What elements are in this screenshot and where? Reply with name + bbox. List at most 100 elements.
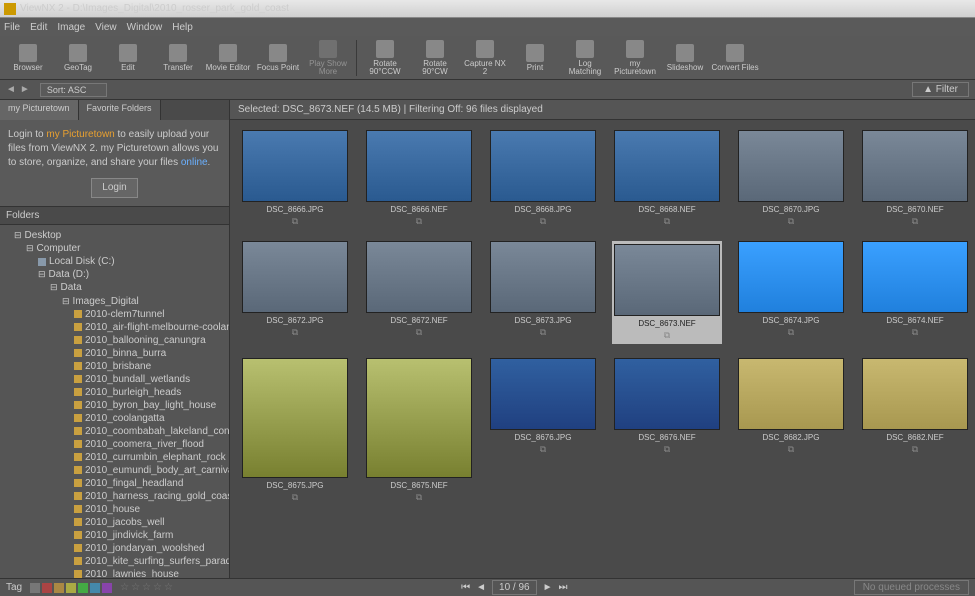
- toolbar-browser[interactable]: Browser: [4, 38, 52, 78]
- tree-folder[interactable]: 2010_byron_bay_light_house: [74, 399, 227, 412]
- tree-folder[interactable]: 2010_air-flight-melbourne-coolangatta: [74, 321, 227, 334]
- thumbnail-image: [242, 130, 348, 202]
- thumbnail-image: [738, 130, 844, 202]
- thumbnail[interactable]: DSC_8668.JPG⧉: [488, 130, 598, 227]
- sort-dropdown[interactable]: Sort: ASC: [40, 83, 108, 97]
- thumbnail[interactable]: DSC_8670.JPG⧉: [736, 130, 846, 227]
- thumbnail[interactable]: DSC_8675.NEF⧉: [364, 358, 474, 503]
- tree-folder[interactable]: 2010_binna_burra: [74, 347, 227, 360]
- tree-computer[interactable]: Computer: [26, 242, 227, 255]
- tree-data[interactable]: Data: [50, 281, 227, 294]
- tab-favorites[interactable]: Favorite Folders: [79, 100, 161, 120]
- toolbar-rotate-90-ccw[interactable]: Rotate 90°CCW: [361, 38, 409, 78]
- menu-file[interactable]: File: [4, 22, 20, 33]
- thumbnail[interactable]: DSC_8666.NEF⧉: [364, 130, 474, 227]
- thumbnail[interactable]: DSC_8673.JPG⧉: [488, 241, 598, 344]
- toolbar-my-picturetown[interactable]: my Picturetown: [611, 38, 659, 78]
- login-button[interactable]: Login: [91, 178, 137, 198]
- pager-next-icon[interactable]: ►: [543, 582, 553, 593]
- toolbar-icon: [219, 44, 237, 62]
- toolbar-geotag[interactable]: GeoTag: [54, 38, 102, 78]
- tab-picturetown[interactable]: my Picturetown: [0, 100, 79, 120]
- tree-folder[interactable]: 2010_lawnies_house: [74, 568, 227, 578]
- tree-folder[interactable]: 2010_eumundi_body_art_carnival: [74, 464, 227, 477]
- thumbnail-filename: DSC_8674.JPG: [763, 316, 820, 325]
- online-link[interactable]: online: [181, 157, 208, 168]
- folder-tree[interactable]: Desktop Computer Local Disk (C:) Data (D…: [0, 225, 229, 578]
- tree-folder[interactable]: 2010_currumbin_elephant_rock: [74, 451, 227, 464]
- thumbnail[interactable]: DSC_8682.NEF⧉: [860, 358, 970, 503]
- tree-desktop[interactable]: Desktop: [14, 229, 227, 242]
- pager-first-icon[interactable]: ⏮: [461, 582, 470, 593]
- thumbnail[interactable]: DSC_8675.JPG⧉: [240, 358, 350, 503]
- thumbnail[interactable]: DSC_8666.JPG⧉: [240, 130, 350, 227]
- nav-back-icon[interactable]: ◄: [6, 84, 16, 95]
- toolbar-rotate-90-cw[interactable]: Rotate 90°CW: [411, 38, 459, 78]
- toolbar-movie-editor[interactable]: Movie Editor: [204, 38, 252, 78]
- status-bar: Tag ☆☆☆☆☆ ⏮ ◄ 10 / 96 ► ⏭ No queued proc…: [0, 578, 975, 596]
- thumbnail[interactable]: DSC_8682.JPG⧉: [736, 358, 846, 503]
- thumbnail-tags-icon: ⧉: [416, 327, 422, 338]
- menu-image[interactable]: Image: [57, 22, 85, 33]
- thumbnail-tags-icon: ⧉: [292, 327, 298, 338]
- pager-prev-icon[interactable]: ◄: [476, 582, 486, 593]
- tree-drive-c[interactable]: Local Disk (C:): [38, 255, 227, 268]
- thumbnail-grid[interactable]: DSC_8666.JPG⧉DSC_8666.NEF⧉DSC_8668.JPG⧉D…: [230, 120, 975, 578]
- menu-bar: File Edit Image View Window Help: [0, 18, 975, 36]
- tree-folder[interactable]: 2010_coolangatta: [74, 412, 227, 425]
- tree-folder[interactable]: 2010_brisbane: [74, 360, 227, 373]
- tree-folder[interactable]: 2010_house: [74, 503, 227, 516]
- nav-fwd-icon[interactable]: ►: [20, 84, 30, 95]
- tree-folder[interactable]: 2010_jindivick_farm: [74, 529, 227, 542]
- tree-folder[interactable]: 2010_bundall_wetlands: [74, 373, 227, 386]
- picturetown-link[interactable]: my Picturetown: [46, 129, 114, 140]
- thumbnail-image: [738, 358, 844, 430]
- tree-folder[interactable]: 2010_jondaryan_woolshed: [74, 542, 227, 555]
- tree-drive-d[interactable]: Data (D:): [38, 268, 227, 281]
- toolbar-play-show-more[interactable]: Play Show More: [304, 38, 352, 78]
- tree-folder[interactable]: 2010_ballooning_canungra: [74, 334, 227, 347]
- toolbar-capture-nx-2[interactable]: Capture NX 2: [461, 38, 509, 78]
- thumbnail[interactable]: DSC_8672.JPG⧉: [240, 241, 350, 344]
- tree-folder[interactable]: 2010_fingal_headland: [74, 477, 227, 490]
- thumbnail[interactable]: DSC_8676.JPG⧉: [488, 358, 598, 503]
- thumbnail-image: [614, 358, 720, 430]
- toolbar-icon: [169, 44, 187, 62]
- content-panel: Selected: DSC_8673.NEF (14.5 MB) | Filte…: [230, 100, 975, 578]
- toolbar-print[interactable]: Print: [511, 38, 559, 78]
- toolbar-edit[interactable]: Edit: [104, 38, 152, 78]
- thumbnail[interactable]: DSC_8668.NEF⧉: [612, 130, 722, 227]
- thumbnail[interactable]: DSC_8673.NEF⧉: [612, 241, 722, 344]
- pager-last-icon[interactable]: ⏭: [559, 582, 568, 593]
- thumbnail-tags-icon: ⧉: [416, 492, 422, 503]
- tag-swatches[interactable]: [30, 583, 112, 593]
- thumbnail[interactable]: DSC_8674.JPG⧉: [736, 241, 846, 344]
- tree-folder[interactable]: 2010-clem7tunnel: [74, 308, 227, 321]
- tree-folder[interactable]: 2010_burleigh_heads: [74, 386, 227, 399]
- toolbar-focus-point[interactable]: Focus Point: [254, 38, 302, 78]
- menu-view[interactable]: View: [95, 22, 117, 33]
- tree-folder[interactable]: 2010_coombabah_lakeland_conservation_are…: [74, 425, 227, 438]
- menu-help[interactable]: Help: [172, 22, 193, 33]
- thumbnail[interactable]: DSC_8676.NEF⧉: [612, 358, 722, 503]
- tree-folder[interactable]: 2010_jacobs_well: [74, 516, 227, 529]
- toolbar-icon: [319, 40, 337, 58]
- toolbar-transfer[interactable]: Transfer: [154, 38, 202, 78]
- tree-folder[interactable]: 2010_harness_racing_gold_coast: [74, 490, 227, 503]
- thumbnail-filename: DSC_8675.JPG: [267, 481, 324, 490]
- thumbnail[interactable]: DSC_8674.NEF⧉: [860, 241, 970, 344]
- rating-stars[interactable]: ☆☆☆☆☆: [120, 582, 175, 593]
- tree-images-digital[interactable]: Images_Digital: [62, 295, 227, 308]
- toolbar-log-matching[interactable]: Log Matching: [561, 38, 609, 78]
- app-icon: [4, 3, 16, 15]
- thumbnail[interactable]: DSC_8672.NEF⧉: [364, 241, 474, 344]
- toolbar-convert-files[interactable]: Convert Files: [711, 38, 759, 78]
- tree-folder[interactable]: 2010_coomera_river_flood: [74, 438, 227, 451]
- thumbnail[interactable]: DSC_8670.NEF⧉: [860, 130, 970, 227]
- pager-counter: 10 / 96: [492, 580, 537, 595]
- menu-edit[interactable]: Edit: [30, 22, 47, 33]
- filter-button[interactable]: ▲ Filter: [912, 82, 969, 97]
- tree-folder[interactable]: 2010_kite_surfing_surfers_paradise: [74, 555, 227, 568]
- toolbar-slideshow[interactable]: Slideshow: [661, 38, 709, 78]
- menu-window[interactable]: Window: [127, 22, 163, 33]
